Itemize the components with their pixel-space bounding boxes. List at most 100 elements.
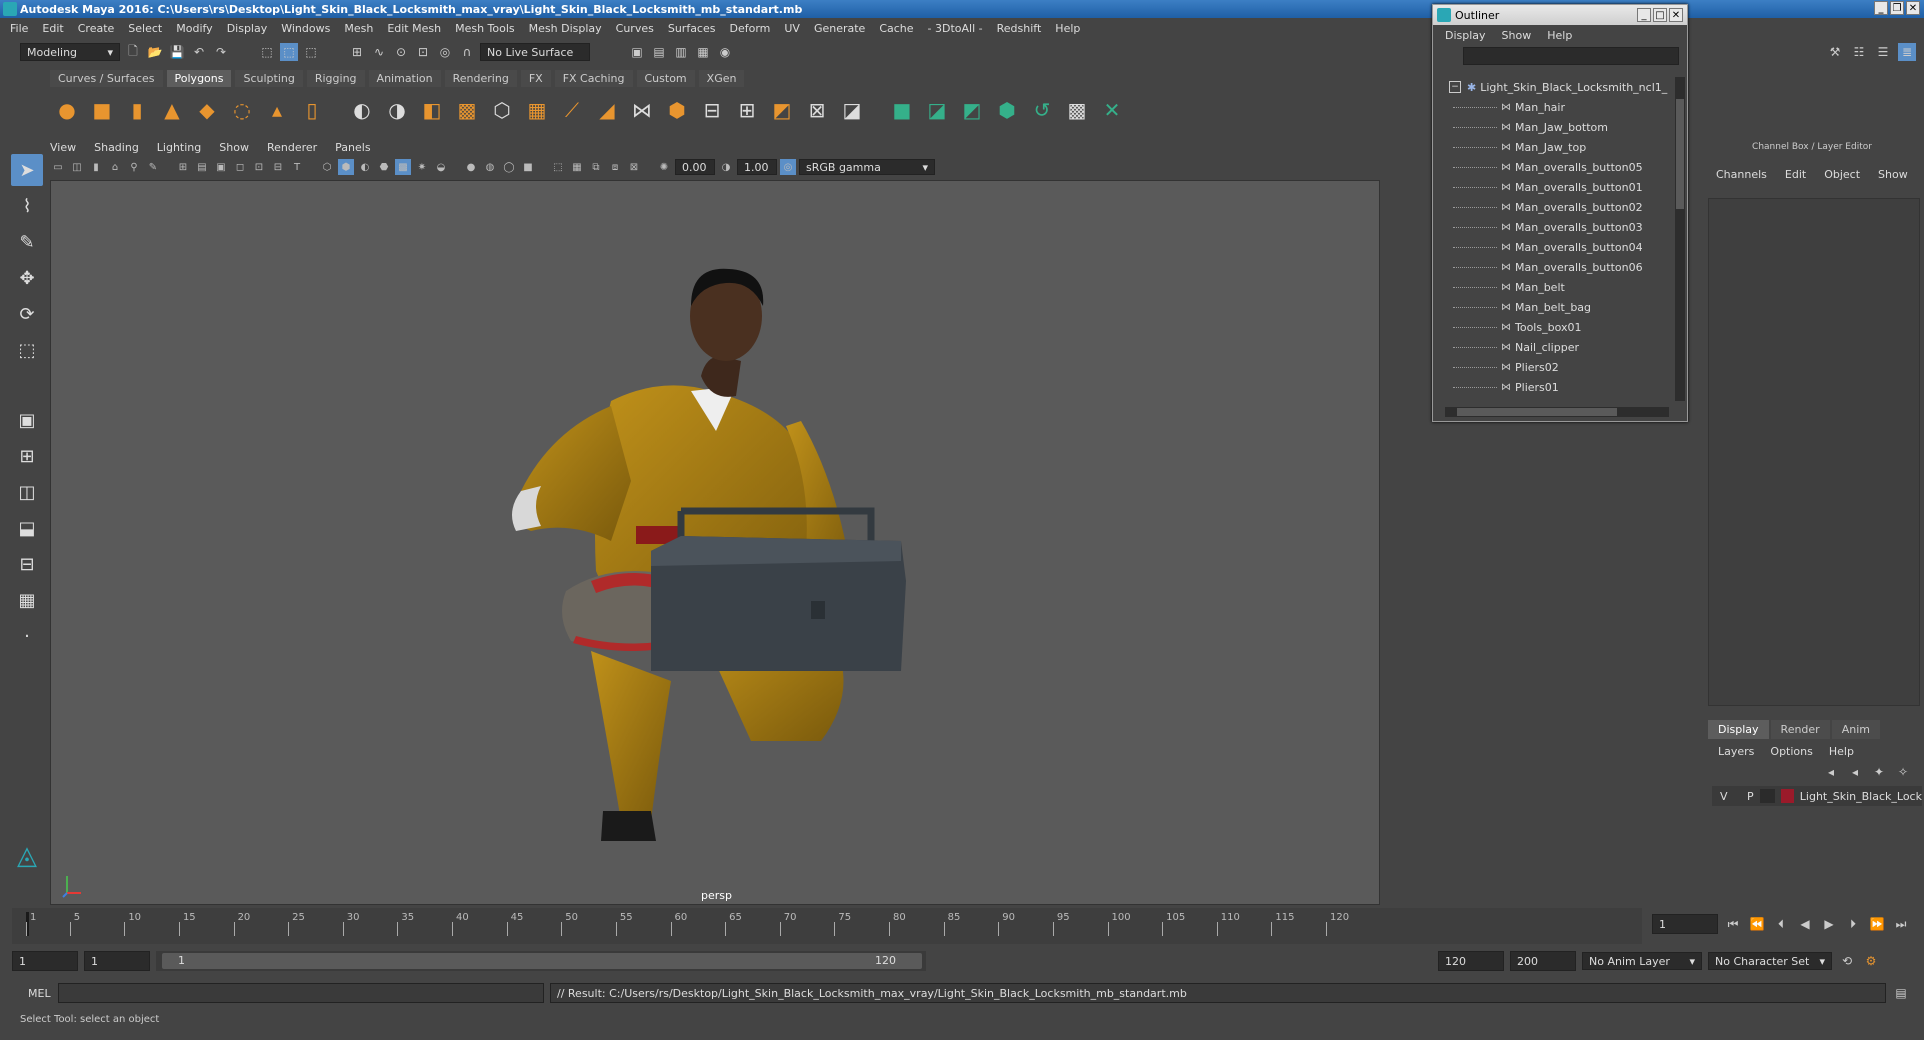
outliner-item[interactable]: ⋈ Man_overalls_button02 [1437,197,1671,217]
poly-pipe-icon[interactable]: ▯ [297,95,327,125]
select-hierarchy-icon[interactable]: ⬚ [258,43,276,61]
snap-view-icon[interactable]: ⊡ [414,43,432,61]
menu-item-9[interactable]: Mesh Tools [455,22,515,35]
layer-menu-2[interactable]: Help [1829,745,1854,758]
render-frame-icon[interactable]: ▤ [650,43,668,61]
smooth-shade-icon[interactable]: ⬢ [338,159,354,175]
multi-cut-icon[interactable]: ⊟ [697,95,727,125]
uv-unfold-icon[interactable]: ↺ [1027,95,1057,125]
wireframe-icon[interactable]: ⬡ [319,159,335,175]
outliner-item[interactable]: ⋈ Man_hair [1437,97,1671,117]
start-time-field[interactable]: 1 [12,951,78,971]
new-scene-icon[interactable]: 🗋 [124,43,142,61]
rotate-tool-icon[interactable]: ⟳ [11,298,43,330]
tool-settings-icon[interactable]: ☰ [1874,43,1892,61]
motion-blur-icon[interactable]: ◍ [482,159,498,175]
step-back-key-icon[interactable]: ⏪ [1748,915,1766,933]
outliner-item[interactable]: ⋈ Man_overalls_button06 [1437,257,1671,277]
shelf-tab-2[interactable]: Sculpting [235,69,303,87]
shadows-icon[interactable]: ◒ [433,159,449,175]
range-bar[interactable]: 1 120 [156,951,926,971]
outliner-item[interactable]: ⋈ Nail_clipper [1437,337,1671,357]
menu-item-3[interactable]: Select [128,22,162,35]
textured-icon[interactable]: ▩ [395,159,411,175]
two-d-pan-icon[interactable]: ⚲ [126,159,142,175]
menu-item-5[interactable]: Display [227,22,268,35]
shelf-tab-8[interactable]: Custom [636,69,695,87]
wireframe-on-shaded-icon[interactable]: ⬣ [376,159,392,175]
grease-pencil-icon[interactable]: ✎ [145,159,161,175]
menu-item-0[interactable]: File [10,22,28,35]
layer-tab-1[interactable]: Render [1770,719,1830,739]
resolution-gate-icon[interactable]: ▣ [213,159,229,175]
outliner-item[interactable]: ⋈ Pliers02 [1437,357,1671,377]
menu-item-19[interactable]: Help [1055,22,1080,35]
select-camera-icon[interactable]: ▭ [50,159,66,175]
playback-start-field[interactable]: 1 [84,951,150,971]
menu-item-10[interactable]: Mesh Display [529,22,602,35]
four-view-layout-icon[interactable]: ⊞ [11,440,43,472]
channel-box-icon[interactable]: ≣ [1898,43,1916,61]
restore-icon[interactable]: ❐ [1890,1,1904,15]
select-tool-icon[interactable]: ➤ [11,154,43,186]
screen-space-ao-icon[interactable]: ● [463,159,479,175]
save-scene-icon[interactable]: 💾 [168,43,186,61]
outliner-item[interactable]: ⋈ Tools_box01 [1437,317,1671,337]
field-chart-icon[interactable]: ⊡ [251,159,267,175]
safe-action-icon[interactable]: ⊟ [270,159,286,175]
shelf-tab-3[interactable]: Rigging [306,69,365,87]
hypershade-icon[interactable]: ◉ [716,43,734,61]
poly-cone-icon[interactable]: ▲ [157,95,187,125]
separate-icon[interactable]: ◑ [382,95,412,125]
collapse-icon[interactable]: − [1449,81,1461,93]
channel-box-menu-2[interactable]: Object [1824,168,1860,181]
scroll-thumb[interactable] [1676,99,1684,209]
menu-item-16[interactable]: Cache [879,22,913,35]
command-input[interactable] [58,983,544,1003]
minimize-icon[interactable]: _ [1637,8,1651,22]
viewport-menu-1[interactable]: Shading [94,141,139,154]
step-back-frame-icon[interactable]: ⏴ [1772,915,1790,933]
menu-item-15[interactable]: Generate [814,22,865,35]
smooth-icon[interactable]: ▩ [452,95,482,125]
play-back-icon[interactable]: ◀ [1796,915,1814,933]
combine-icon[interactable]: ◐ [347,95,377,125]
viewport-menu-4[interactable]: Renderer [267,141,317,154]
poly-torus-icon[interactable]: ◌ [227,95,257,125]
move-layer-down-icon[interactable]: ◂ [1846,763,1864,781]
ipr-render-icon[interactable]: ▥ [672,43,690,61]
safe-title-icon[interactable]: T [289,159,305,175]
image-plane-icon[interactable]: ⌂ [107,159,123,175]
channel-box-menu-1[interactable]: Edit [1785,168,1806,181]
channel-box-menu-0[interactable]: Channels [1716,168,1767,181]
close-icon[interactable]: ✕ [1906,1,1920,15]
snap-grid-icon[interactable]: ⊞ [348,43,366,61]
menu-item-17[interactable]: - 3DtoAll - [928,22,983,35]
current-frame-field[interactable]: 1 [1652,914,1718,934]
new-layer-icon[interactable]: ✦ [1870,763,1888,781]
two-view-layout-icon[interactable]: ◫ [11,476,43,508]
viewport-menu-0[interactable]: View [50,141,76,154]
color-space-dropdown[interactable]: sRGB gamma ▾ [799,159,935,175]
auto-key-icon[interactable]: ⟲ [1838,952,1856,970]
anim-layer-dropdown[interactable]: No Anim Layer ▾ [1582,952,1702,970]
xray-icon[interactable]: ▦ [569,159,585,175]
attribute-editor-icon[interactable]: ☷ [1850,43,1868,61]
outliner-root-item[interactable]: − ✱ Light_Skin_Black_Locksmith_ncl1_ [1437,77,1671,97]
outliner-item[interactable]: ⋈ Man_overalls_button05 [1437,157,1671,177]
uv-automatic-icon[interactable]: ⬢ [992,95,1022,125]
layer-playback-toggle[interactable]: P [1747,790,1754,803]
menu-item-14[interactable]: UV [784,22,800,35]
depth-of-field-icon[interactable]: ■ [520,159,536,175]
menu-item-13[interactable]: Deform [729,22,770,35]
bevel-icon[interactable]: ◢ [592,95,622,125]
extract-icon[interactable]: ◧ [417,95,447,125]
go-to-end-icon[interactable]: ⏭ [1892,915,1910,933]
default-material-icon[interactable]: ◐ [357,159,373,175]
layer-color-swatch[interactable] [1780,789,1794,803]
poly-plane-icon[interactable]: ◆ [192,95,222,125]
poly-sphere-icon[interactable]: ● [52,95,82,125]
menu-item-11[interactable]: Curves [616,22,654,35]
poly-pyramid-icon[interactable]: ▴ [262,95,292,125]
use-all-lights-icon[interactable]: ✷ [414,159,430,175]
